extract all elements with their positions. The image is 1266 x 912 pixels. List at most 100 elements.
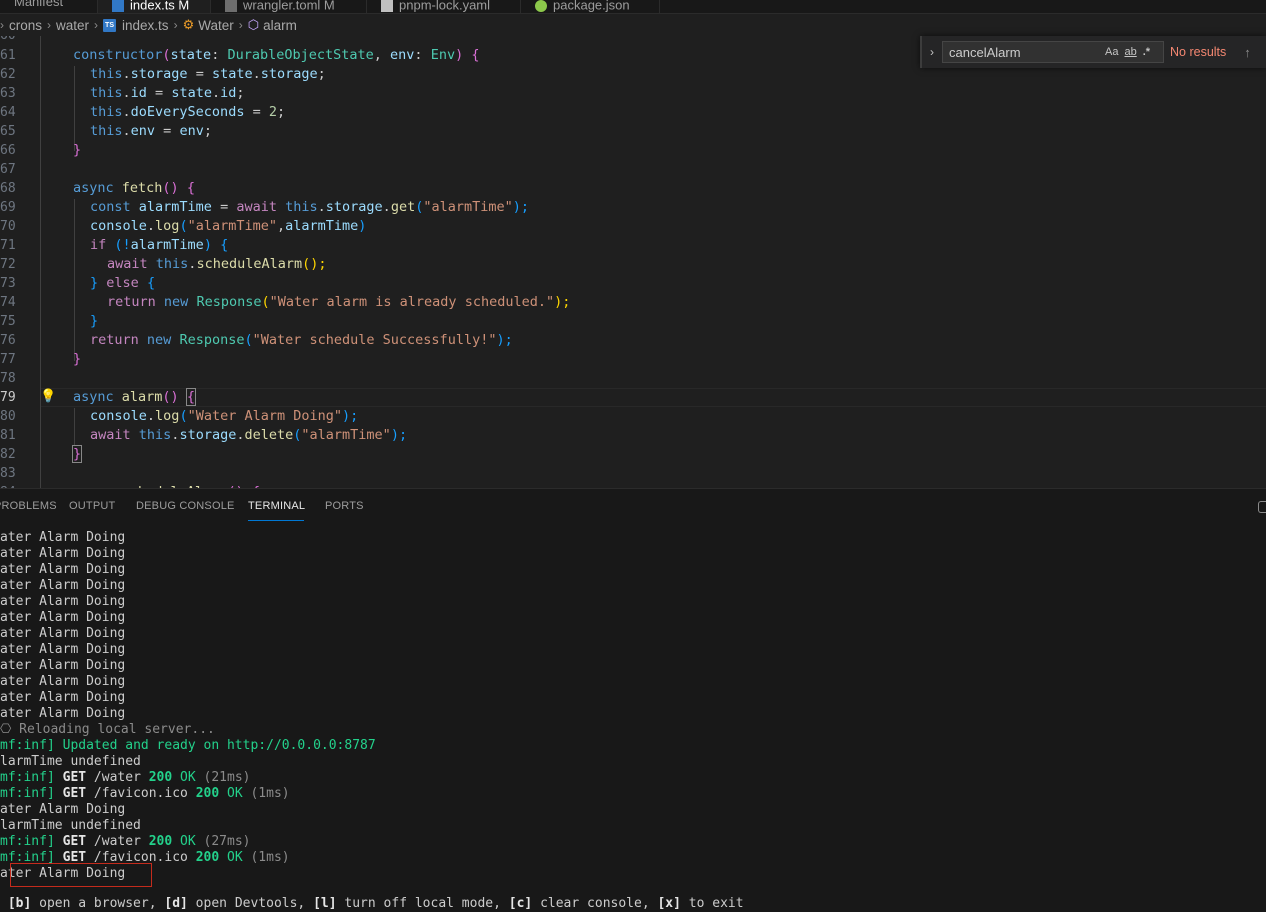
typescript-file-icon — [112, 0, 124, 12]
code-line-72: await this.scheduleAlarm(); — [107, 256, 327, 272]
line-number: 78 — [0, 371, 16, 386]
annotation-highlight-box — [10, 863, 152, 887]
code-line-68: async fetch() { — [73, 180, 195, 196]
breadcrumb-file[interactable]: index.ts — [122, 18, 169, 33]
breadcrumb: › crons › water › TS index.ts › ⚙ Water … — [0, 14, 1266, 36]
terminal-line: ater Alarm Doing — [0, 642, 126, 657]
tab-manifest[interactable]: Manifest — [0, 0, 98, 13]
regex-icon[interactable]: .* — [1143, 46, 1150, 58]
toggle-replace-chevron-icon[interactable]: › — [922, 45, 942, 59]
indent-guide — [74, 408, 75, 446]
nodejs-file-icon — [535, 0, 547, 12]
terminal-line: larmTime undefined — [0, 818, 141, 833]
tab-pnpm-lock[interactable]: pnpm-lock.yaml — [367, 0, 521, 13]
chevron-right-icon: › — [238, 18, 243, 32]
class-symbol-icon: ⚙ — [182, 17, 195, 32]
previous-match-arrow-up-icon[interactable]: ↑ — [1244, 45, 1251, 60]
terminal-line-reloading: ⎔ Reloading local server... — [0, 722, 215, 737]
line-number: 61 — [0, 48, 16, 63]
line-number: 71 — [0, 238, 16, 253]
code-line-69: const alarmTime = await this.storage.get… — [90, 199, 530, 215]
terminal-line: ater Alarm Doing — [0, 690, 126, 705]
editor-tab-strip: Manifest index.ts M wrangler.toml M pnpm… — [0, 0, 1266, 14]
line-number: 64 — [0, 105, 16, 120]
code-line-66: } — [73, 142, 82, 158]
line-number: 83 — [0, 466, 16, 481]
terminal-line: ater Alarm Doing — [0, 626, 126, 641]
terminal-line: larmTime undefined — [0, 754, 141, 769]
terminal-line-request: mf:inf] GET /water 200 OK (27ms) — [0, 834, 251, 849]
line-number: 63 — [0, 86, 16, 101]
terminal-line-request: mf:inf] GET /water 200 OK (21ms) — [0, 770, 251, 785]
code-line-64: this.doEverySeconds = 2; — [90, 104, 286, 120]
indent-guide — [40, 36, 41, 488]
code-line-63: this.id = state.id; — [90, 85, 245, 101]
breadcrumb-method[interactable]: alarm — [263, 18, 297, 33]
terminal-line: ater Alarm Doing — [0, 546, 126, 561]
line-number: 68 — [0, 181, 16, 196]
terminal-line-request: mf:inf] GET /favicon.ico 200 OK (1ms) — [0, 786, 290, 801]
current-line-highlight — [40, 388, 1266, 407]
code-line-62: this.storage = state.storage; — [90, 66, 326, 82]
chevron-right-icon: › — [47, 18, 52, 32]
tab-problems[interactable]: PROBLEMS — [0, 500, 57, 512]
code-line-79: async alarm() { — [73, 388, 196, 406]
tab-debug-console[interactable]: DEBUG CONSOLE — [136, 500, 235, 512]
line-number: 75 — [0, 314, 16, 329]
tab-ports[interactable]: PORTS — [325, 500, 364, 512]
tab-wrangler-toml[interactable]: wrangler.toml M — [211, 0, 367, 13]
terminal-line: ater Alarm Doing — [0, 594, 126, 609]
tab-package-json[interactable]: package.json — [521, 0, 660, 13]
chevron-right-icon: › — [173, 18, 178, 32]
find-input-box[interactable]: Aa ab .* — [942, 41, 1164, 63]
tab-terminal[interactable]: TERMINAL — [248, 500, 305, 512]
panel-tabs: PROBLEMS OUTPUT DEBUG CONSOLE TERMINAL P… — [0, 489, 1266, 523]
code-line-61: constructor(state: DurableObjectState, e… — [73, 47, 480, 63]
lightbulb-icon[interactable]: 💡 — [40, 387, 56, 406]
line-number: 66 — [0, 143, 16, 158]
terminal-line: ater Alarm Doing — [0, 674, 126, 689]
line-number: 60 — [0, 36, 16, 45]
match-case-icon[interactable]: Aa — [1105, 46, 1118, 58]
typescript-file-icon: TS — [103, 18, 117, 32]
toml-file-icon — [225, 0, 237, 12]
find-input[interactable] — [949, 44, 1099, 60]
breadcrumb-water[interactable]: water — [56, 18, 89, 33]
panel-action-icon[interactable] — [1258, 501, 1266, 513]
code-line-70: console.log("alarmTime",alarmTime) — [90, 218, 367, 234]
terminal-line: ater Alarm Doing — [0, 658, 126, 673]
terminal-line: ater Alarm Doing — [0, 802, 126, 817]
whole-word-icon[interactable]: ab — [1124, 46, 1136, 58]
terminal-line: ater Alarm Doing — [0, 530, 126, 545]
line-number: 70 — [0, 219, 16, 234]
code-editor[interactable]: 60 61 62 63 64 65 66 67 68 69 70 71 72 7… — [0, 36, 1266, 488]
terminal-line: ater Alarm Doing — [0, 610, 126, 625]
line-number: 77 — [0, 352, 16, 367]
line-number: 62 — [0, 67, 16, 82]
terminal-line: ater Alarm Doing — [0, 562, 126, 577]
active-tab-indicator — [248, 520, 304, 521]
line-number: 80 — [0, 409, 16, 424]
line-number: 82 — [0, 447, 16, 462]
code-line-80: console.log("Water Alarm Doing"); — [90, 408, 359, 424]
breadcrumb-crons[interactable]: crons — [9, 18, 42, 33]
line-number: 74 — [0, 295, 16, 310]
chevron-right-icon: › — [0, 18, 4, 32]
code-line-74: return new Response("Water alarm is alre… — [107, 294, 571, 310]
code-line-76: return new Response("Water schedule Succ… — [90, 332, 513, 348]
code-line-75: } — [90, 313, 99, 329]
code-line-65: this.env = env; — [90, 123, 212, 139]
line-number: 67 — [0, 162, 16, 177]
tab-output[interactable]: OUTPUT — [69, 500, 115, 512]
tab-index-ts[interactable]: index.ts M — [98, 0, 211, 13]
breadcrumb-class[interactable]: Water — [198, 18, 234, 33]
yaml-file-icon — [381, 0, 393, 12]
line-number: 69 — [0, 200, 16, 215]
terminal-line: ater Alarm Doing — [0, 706, 126, 721]
indent-guide — [74, 66, 75, 151]
line-number: 81 — [0, 428, 16, 443]
line-number: 72 — [0, 257, 16, 272]
code-line-71: if (!alarmTime) { — [90, 237, 229, 253]
line-number: 76 — [0, 333, 16, 348]
code-line-82: } — [71, 445, 83, 463]
